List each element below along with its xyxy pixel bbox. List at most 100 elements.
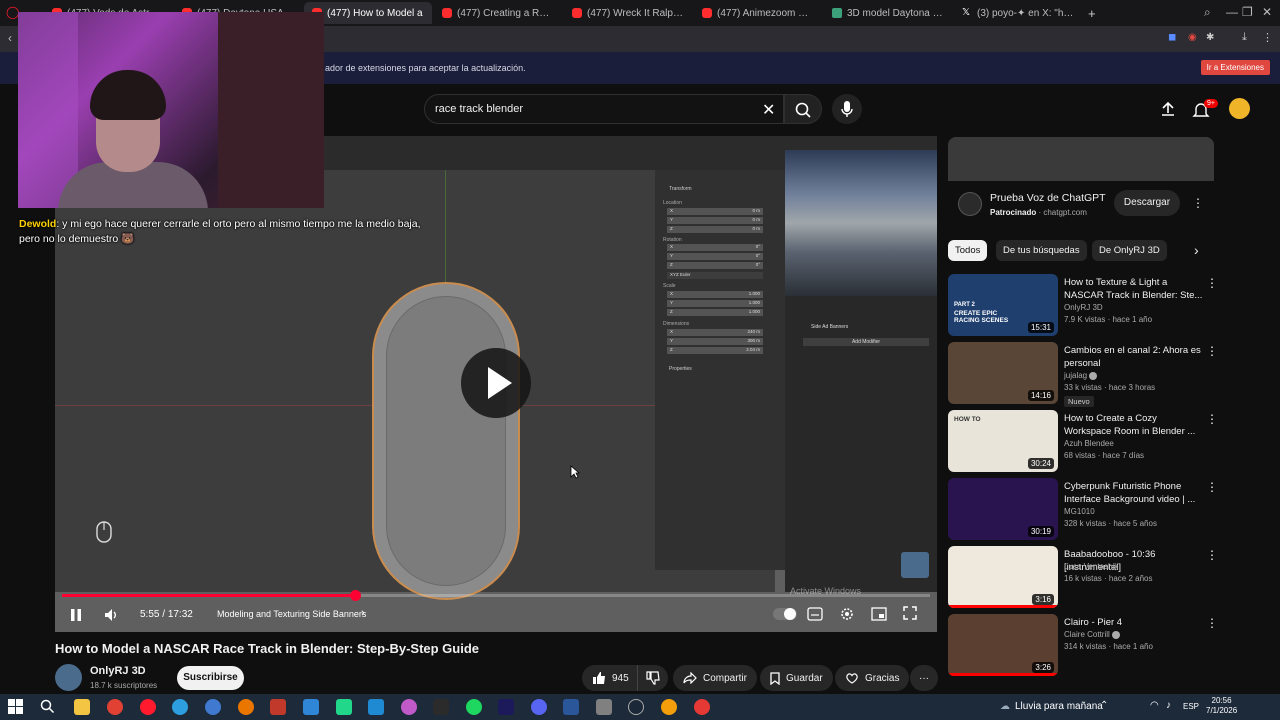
browser-tab[interactable]: (477) Creating a Race Tra (434, 2, 562, 24)
ad-title[interactable]: Prueba Voz de ChatGPT (990, 192, 1106, 204)
rotation-x-field[interactable]: X 0° (667, 244, 763, 251)
progress-bar[interactable] (62, 590, 930, 601)
save-button[interactable]: Guardar (760, 665, 833, 691)
video-thumbnail[interactable]: PART 2 CREATE EPIC RACING SCENES 15:31 (948, 274, 1058, 336)
scale-y-field[interactable]: Y 1.000 (667, 300, 763, 307)
recommended-video[interactable]: HOW TO 30:24 How to Create a Cozy Workspac… (948, 410, 1218, 474)
media-app-icon[interactable] (270, 699, 286, 715)
record-app-icon[interactable] (694, 699, 710, 715)
chapter-chevron-icon[interactable]: › (361, 607, 365, 619)
downloads-icon[interactable]: ⤓ (1242, 31, 1247, 44)
spotify-icon[interactable] (466, 699, 482, 715)
video-thumbnail[interactable]: 14:16 (948, 342, 1058, 404)
tray-chevron-icon[interactable]: ⌃ (1100, 700, 1108, 711)
voice-search-button[interactable] (832, 94, 862, 124)
search-tabs-icon[interactable]: ⌕ (1204, 5, 1211, 20)
unity-icon[interactable] (433, 699, 449, 715)
taskbar-search-icon[interactable] (40, 699, 55, 714)
browser-tab[interactable]: (477) Animezoom Green S (694, 2, 822, 24)
location-y-field[interactable]: Y0 m (667, 217, 763, 224)
go-to-extensions-button[interactable]: Ir a Extensiones (1200, 60, 1270, 75)
steam-icon[interactable] (628, 699, 644, 715)
recommended-video[interactable]: 3:16 Baabadooboo - 10:36 [instrumental] Lu… (948, 546, 1218, 610)
recommended-channel[interactable]: Azuh Blendee (1064, 439, 1114, 448)
close-window-icon[interactable]: ✕ (1262, 5, 1272, 19)
system-clock[interactable]: 20:56 7/1/2026 (1206, 696, 1237, 716)
video-player[interactable]: Transform Location X0 m Y0 m Z0 m Rotati… (55, 136, 937, 632)
opera-icon[interactable] (140, 699, 156, 715)
chip-from-searches[interactable]: De tus búsquedas (996, 240, 1087, 261)
dislike-button[interactable] (638, 665, 668, 691)
browser-tab[interactable]: 3D model Daytona Interna (824, 2, 952, 24)
back-icon[interactable]: ‹ (8, 31, 12, 45)
ad-more-icon[interactable]: ⋮ (1192, 196, 1204, 210)
recommended-channel[interactable]: Luca Ventashik (1064, 562, 1118, 571)
blender-icon[interactable] (238, 699, 254, 715)
more-options-icon[interactable]: ⋮ (1206, 412, 1218, 426)
dimension-y-field[interactable]: Y 300 m (667, 338, 763, 345)
like-button[interactable]: 945 (582, 665, 638, 691)
chips-next-chevron-icon[interactable]: › (1194, 242, 1199, 258)
channel-watermark-icon[interactable] (901, 552, 929, 578)
new-tab-button[interactable]: + (1088, 6, 1096, 21)
scale-z-field[interactable]: Z 1.000 (667, 309, 763, 316)
app-icon-orange[interactable] (661, 699, 677, 715)
more-options-icon[interactable]: ⋮ (1206, 276, 1218, 290)
edge-icon[interactable] (172, 699, 188, 715)
maximize-icon[interactable]: ❐ (1242, 5, 1253, 19)
subtitles-icon[interactable] (807, 607, 823, 621)
volume-icon[interactable] (103, 607, 119, 623)
more-options-icon[interactable]: ⋮ (1206, 344, 1218, 358)
pycharm-icon[interactable] (336, 699, 352, 715)
word-icon[interactable] (563, 699, 579, 715)
autoplay-toggle[interactable] (773, 608, 797, 620)
recommended-video[interactable]: 3:26 Clairo - Pier 4 Claire Cottrill 314 k… (948, 614, 1218, 678)
dimension-x-field[interactable]: X 240 m (667, 329, 763, 336)
channel-avatar[interactable] (55, 664, 82, 691)
recommended-channel[interactable]: jujalag (1064, 371, 1098, 380)
chip-from-channel[interactable]: De OnlyRJ 3D (1092, 240, 1167, 261)
location-x-field[interactable]: X0 m (667, 208, 763, 215)
video-thumbnail[interactable]: 30:19 (948, 478, 1058, 540)
discord-icon[interactable] (531, 699, 547, 715)
browser-tab[interactable]: 𝕏 (3) poyo-✦ en X: "https://t (954, 2, 1082, 24)
recommended-title[interactable]: Cyberpunk Futuristic Phone Interface Bac… (1064, 480, 1204, 506)
more-options-icon[interactable]: ⋮ (1206, 480, 1218, 494)
play-button[interactable] (461, 348, 531, 418)
extension-icon[interactable]: ◼ (1168, 32, 1176, 43)
dimension-z-field[interactable]: Z 2.04 m (667, 347, 763, 354)
recommended-channel[interactable]: MG1010 (1064, 507, 1095, 516)
chip-all[interactable]: Todos (948, 240, 988, 261)
location-z-field[interactable]: Z0 m (667, 226, 763, 233)
app-icon-pink[interactable] (401, 699, 417, 715)
ad-download-button[interactable]: Descargar (1114, 190, 1180, 216)
recommended-channel[interactable]: OnlyRJ 3D (1064, 303, 1103, 312)
recommended-title[interactable]: How to Create a Cozy Workspace Room in B… (1064, 412, 1204, 438)
recommended-video[interactable]: 30:19 Cyberpunk Futuristic Phone Interfac… (948, 478, 1218, 542)
browser-tab[interactable]: (477) Wreck It Ralph - Van (564, 2, 692, 24)
extensions-puzzle-icon[interactable]: ✱ (1206, 32, 1214, 43)
app-icon-gray[interactable] (596, 699, 612, 715)
rotation-mode-select[interactable]: XYZ Euler (667, 272, 763, 279)
rotation-y-field[interactable]: Y 0° (667, 253, 763, 260)
settings-gear-icon[interactable] (839, 606, 855, 622)
video-thumbnail[interactable]: 3:16 (948, 546, 1058, 608)
video-thumbnail[interactable]: 3:26 (948, 614, 1058, 676)
recommended-title[interactable]: How to Texture & Light a NASCAR Track in… (1064, 276, 1204, 302)
thanks-button[interactable]: Gracias (835, 665, 910, 691)
more-options-icon[interactable]: ⋮ (1206, 548, 1218, 562)
channel-name[interactable]: OnlyRJ 3D (90, 665, 146, 677)
fullscreen-icon[interactable] (903, 606, 917, 620)
create-upload-icon[interactable] (1160, 101, 1176, 117)
recommended-title[interactable]: Cambios en el canal 2: Ahora es personal (1064, 344, 1204, 370)
menu-icon[interactable]: ⋮ (1262, 31, 1273, 44)
file-explorer-icon[interactable] (74, 699, 90, 715)
recommended-video[interactable]: PART 2 CREATE EPIC RACING SCENES 15:31 How … (948, 274, 1218, 338)
share-button[interactable]: Compartir (673, 665, 757, 691)
add-modifier-button[interactable]: Add Modifier (803, 338, 929, 346)
language-indicator[interactable]: ESP (1183, 702, 1199, 711)
more-options-icon[interactable]: ⋮ (1206, 616, 1218, 630)
extension-icon-2[interactable]: ◉ (1188, 32, 1197, 43)
search-input[interactable]: race track blender (435, 103, 523, 115)
video-thumbnail[interactable]: HOW TO 30:24 (948, 410, 1058, 472)
